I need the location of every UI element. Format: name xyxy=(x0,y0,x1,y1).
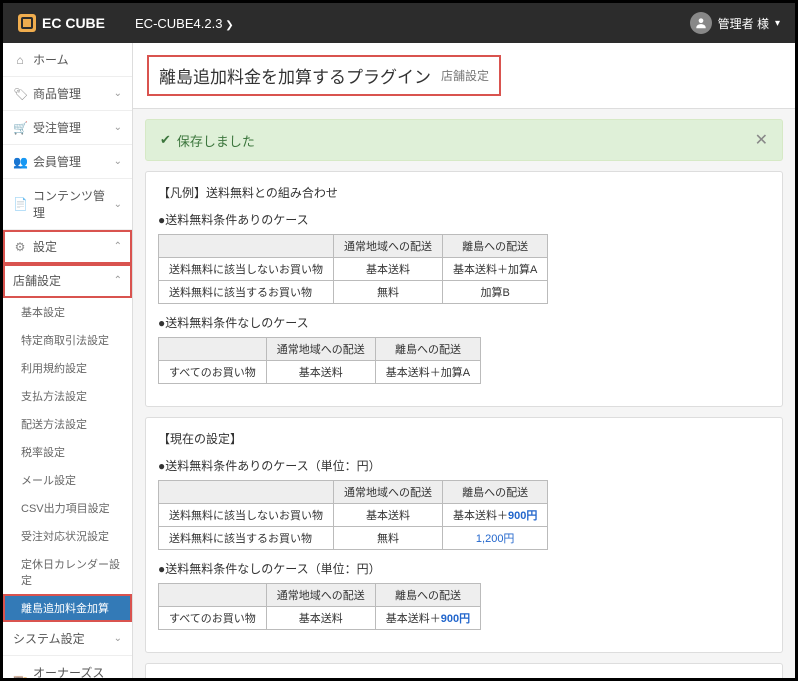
main-content: 離島追加料金を加算するプラグイン 店舗設定 ✔ 保存しました ✕ 【凡例】送料無… xyxy=(133,43,795,678)
current-panel: 【現在の設定】 ●送料無料条件ありのケース（単位：円） 通常地域への配送離島への… xyxy=(145,417,783,653)
top-header: EC CUBE EC-CUBE4.2.3 管理者 様 ▾ xyxy=(3,3,795,43)
current-table1: 通常地域への配送離島への配送 送料無料に該当しないお買い物基本送料基本送料＋90… xyxy=(158,480,548,550)
sidebar-sub-delivery[interactable]: 配送方法設定 xyxy=(3,410,132,438)
sidebar-item-home[interactable]: ⌂ホーム xyxy=(3,43,132,77)
sidebar: ⌂ホーム 🏷商品管理⌄ 🛒受注管理⌄ 👥会員管理⌄ 📄コンテンツ管理⌄ ⚙設定⌃… xyxy=(3,43,133,678)
example-table1: 通常地域への配送離島への配送 送料無料に該当しないお買い物基本送料基本送料＋加算… xyxy=(158,234,548,304)
sidebar-sub-holiday[interactable]: 定休日カレンダー設定 xyxy=(3,550,132,594)
version-link[interactable]: EC-CUBE4.2.3 xyxy=(135,16,234,31)
cart-icon: 🛒 xyxy=(13,121,27,135)
chevron-down-icon: ⌄ xyxy=(114,122,122,133)
sidebar-sub-tax[interactable]: 税率設定 xyxy=(3,438,132,466)
sidebar-sub-basic[interactable]: 基本設定 xyxy=(3,298,132,326)
current-case2: ●送料無料条件なしのケース（単位：円） xyxy=(158,560,770,577)
close-icon[interactable]: ✕ xyxy=(755,130,768,150)
sidebar-item-product[interactable]: 🏷商品管理⌄ xyxy=(3,77,132,111)
tag-icon: 🏷 xyxy=(13,87,27,101)
chevron-up-icon: ⌃ xyxy=(114,275,122,286)
current-heading: 【現在の設定】 xyxy=(158,430,770,447)
page-title: 離島追加料金を加算するプラグイン xyxy=(159,63,431,88)
success-alert: ✔ 保存しました ✕ xyxy=(145,119,783,161)
chevron-down-icon: ⌄ xyxy=(114,199,122,210)
example-case1: ●送料無料条件ありのケース xyxy=(158,211,770,228)
config-heading: 【離島追加料金と郵便番号の設定】 xyxy=(158,676,770,678)
example-heading: 【凡例】送料無料との組み合わせ xyxy=(158,184,770,201)
gear-icon: ⚙ xyxy=(13,240,27,254)
logo-text: EC CUBE xyxy=(42,15,105,31)
user-label: 管理者 様 xyxy=(718,15,769,32)
page-title-bar: 離島追加料金を加算するプラグイン 店舗設定 xyxy=(133,43,795,109)
sidebar-item-shop[interactable]: 店舗設定⌃ xyxy=(3,264,132,298)
sidebar-sub-terms[interactable]: 利用規約設定 xyxy=(3,354,132,382)
example-case2: ●送料無料条件なしのケース xyxy=(158,314,770,331)
chevron-down-icon: ⌄ xyxy=(114,88,122,99)
store-icon: 🏬 xyxy=(13,674,27,678)
sidebar-sub-law[interactable]: 特定商取引法設定 xyxy=(3,326,132,354)
config-panel: 【離島追加料金と郵便番号の設定】 離島エリアに追加送料を設定可能です 送料無料条… xyxy=(145,663,783,678)
logo[interactable]: EC CUBE xyxy=(18,14,105,32)
alert-message: 保存しました xyxy=(177,131,255,150)
file-icon: 📄 xyxy=(13,197,27,211)
home-icon: ⌂ xyxy=(13,53,27,67)
sidebar-item-owners[interactable]: 🏬オーナーズストア⌄ xyxy=(3,656,132,678)
sidebar-sub-mail[interactable]: メール設定 xyxy=(3,466,132,494)
sidebar-sub-island[interactable]: 離島追加料金加算 xyxy=(3,594,132,622)
sidebar-item-system[interactable]: システム設定⌄ xyxy=(3,622,132,656)
sidebar-item-member[interactable]: 👥会員管理⌄ xyxy=(3,145,132,179)
check-icon: ✔ xyxy=(160,132,171,148)
current-table2: 通常地域への配送離島への配送 すべてのお買い物基本送料基本送料＋900円 xyxy=(158,583,481,630)
user-icon xyxy=(690,12,712,34)
example-panel: 【凡例】送料無料との組み合わせ ●送料無料条件ありのケース 通常地域への配送離島… xyxy=(145,171,783,407)
chevron-down-icon: ⌄ xyxy=(114,676,122,679)
sidebar-sub-csv[interactable]: CSV出力項目設定 xyxy=(3,494,132,522)
chevron-down-icon: ▾ xyxy=(775,18,780,29)
users-icon: 👥 xyxy=(13,155,27,169)
sidebar-sub-payment[interactable]: 支払方法設定 xyxy=(3,382,132,410)
chevron-down-icon: ⌄ xyxy=(114,156,122,167)
user-menu[interactable]: 管理者 様 ▾ xyxy=(690,12,780,34)
sidebar-item-content[interactable]: 📄コンテンツ管理⌄ xyxy=(3,179,132,230)
cube-icon xyxy=(18,14,36,32)
sidebar-sub-status[interactable]: 受注対応状況設定 xyxy=(3,522,132,550)
current-case1: ●送料無料条件ありのケース（単位：円） xyxy=(158,457,770,474)
chevron-up-icon: ⌃ xyxy=(114,241,122,252)
sidebar-item-order[interactable]: 🛒受注管理⌄ xyxy=(3,111,132,145)
page-subtitle: 店舗設定 xyxy=(441,67,489,84)
sidebar-item-setting[interactable]: ⚙設定⌃ xyxy=(3,230,132,264)
chevron-down-icon: ⌄ xyxy=(114,633,122,644)
example-table2: 通常地域への配送離島への配送 すべてのお買い物基本送料基本送料＋加算A xyxy=(158,337,481,384)
